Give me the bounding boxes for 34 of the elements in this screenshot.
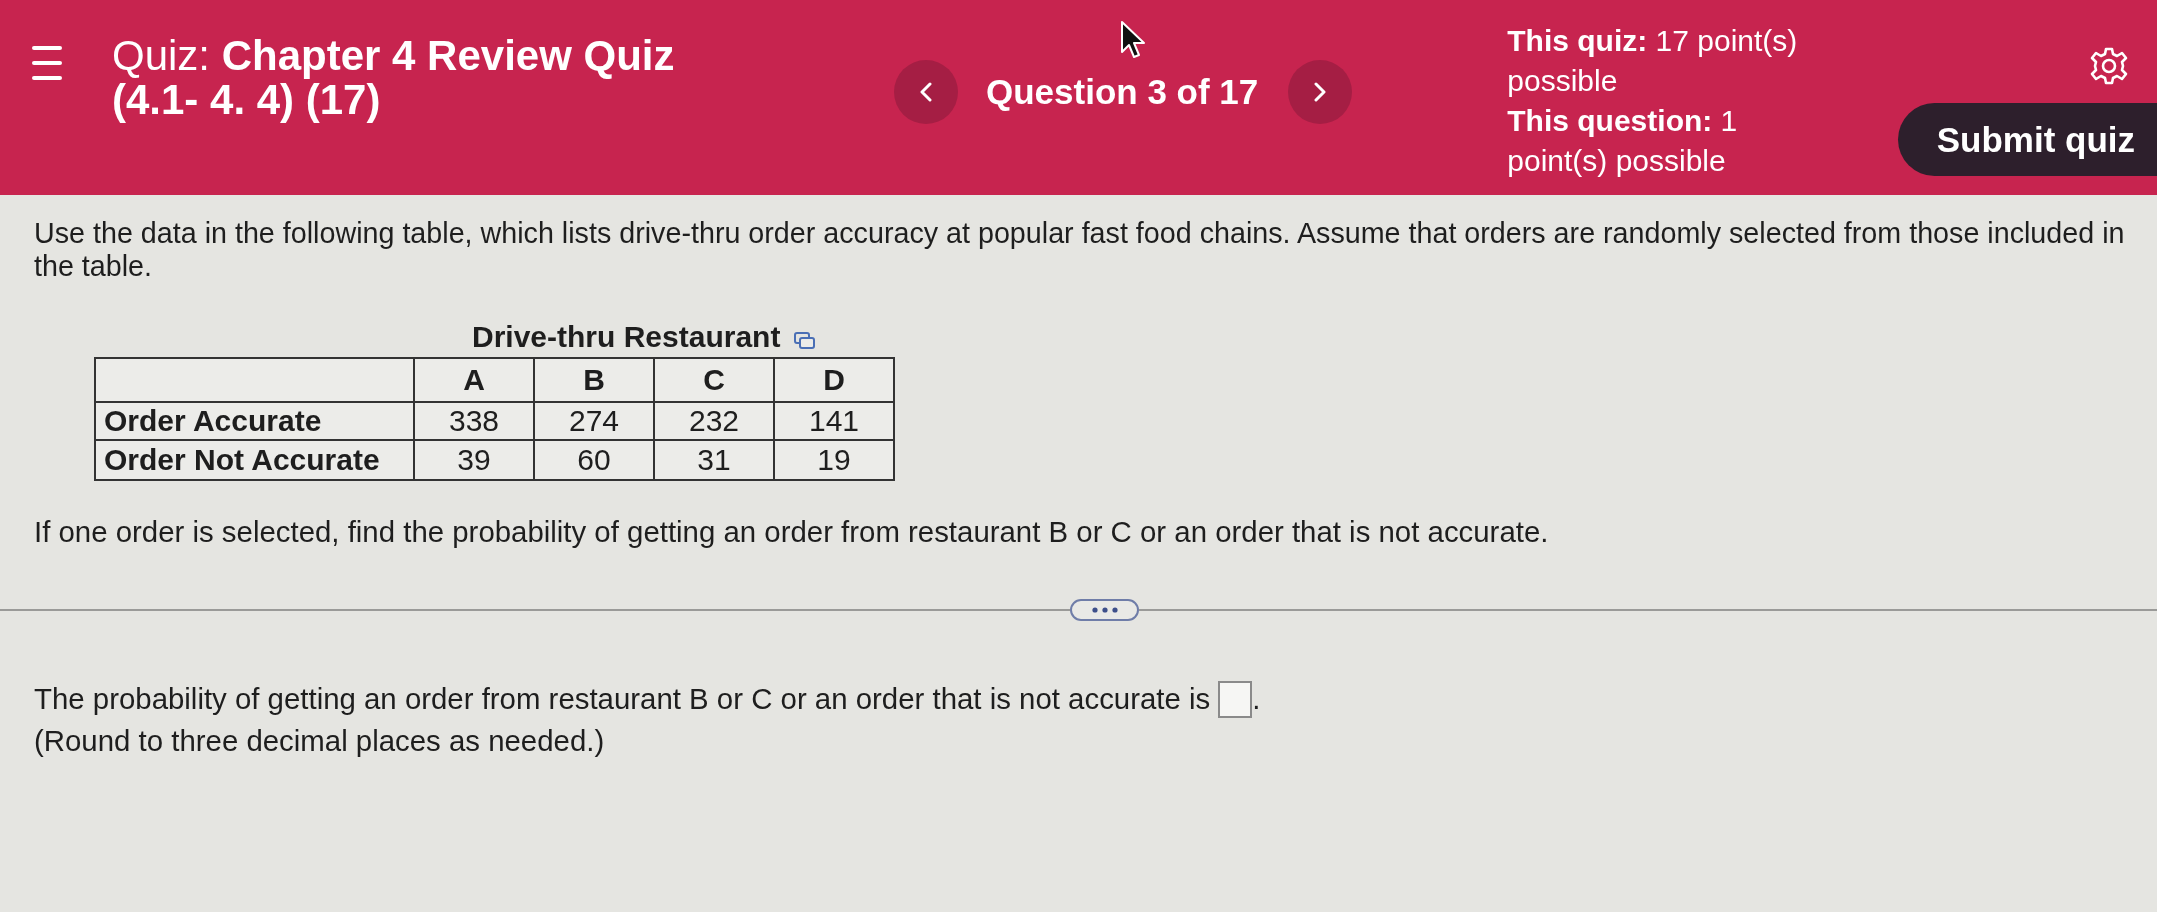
- points-info: This question: 1 point(s) possible: [1507, 103, 1739, 179]
- chevron-right-icon: [1314, 82, 1327, 102]
- menu-icon[interactable]: [32, 44, 62, 82]
- answer-sentence: The probability of getting an order from restaurant B or C or an order that is not accurate is: [34, 682, 1211, 716]
- row-header: Order Accurate: [104, 404, 322, 437]
- settings-icon[interactable]: [2090, 47, 2128, 85]
- table-cell: 232: [688, 404, 740, 437]
- table-caption: Drive-thru Restaurant: [472, 319, 781, 355]
- table-cell: 60: [577, 443, 611, 476]
- mouse-pointer-icon: [1120, 20, 1146, 60]
- table-cell: 141: [808, 404, 860, 437]
- table-cell: 31: [697, 443, 731, 476]
- copy-icon[interactable]: [794, 332, 817, 350]
- answer-sentence-end: .: [1252, 682, 1261, 716]
- answer-box[interactable]: [1218, 680, 1253, 718]
- chevron-left-icon: [920, 82, 932, 102]
- column-header: C: [703, 363, 725, 396]
- rounding-note: (Round to three decimal places as needed.): [34, 723, 606, 759]
- column-header: D: [823, 363, 845, 396]
- points-info: This quiz: 17 point(s) possible: [1507, 23, 1799, 99]
- question-position: Question 3 of 17: [986, 71, 1259, 113]
- quiz-title: Quiz: Chapter 4 Review Quiz (4.1- 4. 4) (17): [112, 34, 676, 122]
- submit-quiz-button[interactable]: Submit quiz: [1897, 103, 2157, 176]
- question-intro: Use the data in the following table, which lists drive-thru order accuracy at popular fast food chains. Assume that orders are randomly selected from those included in the table.: [34, 217, 2126, 283]
- table-cell: 274: [568, 404, 620, 437]
- table-cell: 338: [448, 404, 500, 437]
- question-prompt: If one order is selected, find the probability of getting an order from restaurant B or C or an order that is not accurate.: [34, 514, 1550, 550]
- table-cell: 39: [457, 443, 491, 476]
- column-header: A: [463, 363, 485, 396]
- ellipsis-icon: [1091, 607, 1118, 613]
- expand-button[interactable]: [1070, 599, 1139, 621]
- column-header: B: [583, 363, 605, 396]
- row-header: Order Not Accurate: [104, 443, 380, 476]
- table-cell: 19: [817, 443, 851, 476]
